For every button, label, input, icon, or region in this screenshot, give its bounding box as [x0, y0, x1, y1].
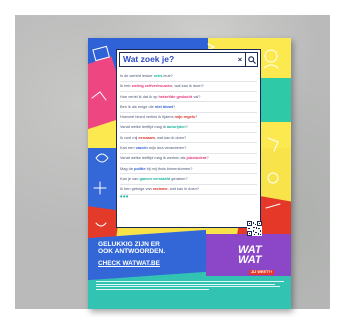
- qr-code: [247, 221, 262, 236]
- fine-print-line: [96, 288, 209, 290]
- suggestion-text: mijn dna veranderen?: [147, 144, 187, 150]
- suggestion-text: Kan je van: [120, 175, 140, 181]
- suggestion-keyword: autorijden: [166, 124, 186, 130]
- suggestion-keyword: politie: [134, 165, 146, 171]
- suggestion-item[interactable]: Vanaf welke leeftijd mag ik werken als j…: [120, 154, 257, 164]
- suggestion-keyword: weinig zelfvertrouwen: [131, 83, 173, 89]
- suggestion-text: Vanaf welke leeftijd mag ik: [120, 124, 167, 130]
- suggestion-text: ?: [206, 155, 209, 161]
- suggestion-keyword: mijn regels: [174, 114, 196, 120]
- suggestion-text: Hoe vertel ik dat ik op: [120, 93, 159, 99]
- suggestion-text: leuk?: [162, 73, 173, 78]
- suggestion-item[interactable]: Kan een vaccin mijn dna veranderen?: [120, 144, 257, 154]
- suggestion-text: ?: [172, 103, 176, 109]
- suggestion-text: geraken?: [170, 175, 188, 181]
- suggestion-item[interactable]: Vanaf welke leeftijd mag ik autorijden?: [120, 123, 257, 134]
- suggestion-text: ?: [195, 114, 198, 120]
- suggestion-item[interactable]: Ik voel mij eenzaam, wat kan ik doen?: [120, 134, 257, 144]
- wall-background: Wat zoek je? × Is de wereld leuker seks …: [15, 15, 330, 309]
- suggestion-text: Ik voel mij: [120, 134, 139, 140]
- search-query[interactable]: Wat zoek je?: [120, 53, 235, 66]
- fine-print: [96, 281, 284, 301]
- fine-print-line: [96, 281, 284, 282]
- suggestion-keyword: eenzaam: [138, 134, 155, 140]
- suggestion-text: Is de wereld leuker: [120, 73, 154, 78]
- suggestion-text: Hoeveel bloed verlies ik tijdens: [120, 114, 175, 120]
- logo-word-2: WAT: [238, 254, 262, 266]
- fine-print-line: [96, 286, 281, 288]
- suggestion-item[interactable]: Hoe vertel ik dat ik op hetzelfde geslac…: [120, 93, 257, 103]
- suggestion-keyword: racisme: [152, 186, 168, 192]
- suggestion-text: Kan een: [120, 144, 136, 150]
- suggestion-keyword: vaccin: [135, 144, 148, 150]
- search-icon[interactable]: [245, 53, 257, 66]
- suggestion-item[interactable]: Hoeveel bloed verlies ik tijdens mijn re…: [120, 113, 257, 123]
- suggestion-list: Is de wereld leuker seks leuk? Ik heb wei…: [120, 72, 257, 201]
- suggestion-keyword: jobstudent: [186, 155, 207, 161]
- cta-link[interactable]: CHECK WATWAT.BE: [98, 260, 160, 267]
- suggestion-item[interactable]: Ben ik als enige die niet blowt?: [120, 103, 257, 113]
- watwat-logo: WAT WAT JIJ WEET?!: [238, 245, 282, 275]
- suggestion-text: ?: [185, 124, 188, 130]
- suggestion-item[interactable]: Ik ben getuige van racisme, wat kan ik d…: [120, 185, 257, 195]
- suggestion-item[interactable]: Is de wereld leuker seks leuk?: [120, 72, 257, 82]
- logo-sub: JIJ WEET?!: [249, 270, 274, 275]
- suggestion-text: val?: [192, 93, 201, 99]
- suggestion-text: Ik heb: [120, 83, 132, 89]
- suggestion-text: Ben ik als enige die: [120, 103, 155, 109]
- suggestion-text: , wat kan ik doen?: [167, 186, 199, 192]
- suggestion-text: Vanaf welke leeftijd mag ik werken als: [120, 155, 187, 161]
- close-icon[interactable]: ×: [235, 53, 245, 66]
- more-indicator: •••: [120, 194, 129, 202]
- tagline-line-2: OOK ANTWOORDEN.: [98, 248, 166, 256]
- suggestion-text: , wat kan ik doen?: [172, 83, 204, 89]
- suggestion-item[interactable]: Kan je van gamen verslaafd geraken?: [120, 175, 257, 185]
- suggestion-text: bij mij thuis binnenkomen?: [145, 165, 193, 171]
- fine-print-line: [96, 283, 275, 285]
- suggestion-keyword: niet blowt: [154, 103, 173, 109]
- suggestion-text: Mag de: [120, 165, 135, 171]
- poster: Wat zoek je? × Is de wereld leuker seks …: [88, 38, 291, 309]
- suggestion-text: , wat kan ik doen?: [154, 134, 187, 140]
- suggestion-keyword: hetzelfde geslacht: [158, 93, 193, 99]
- search-bar[interactable]: Wat zoek je? ×: [119, 52, 258, 67]
- suggestion-item[interactable]: Ik heb weinig zelfvertrouwen, wat kan ik…: [120, 82, 257, 92]
- suggestion-text: Ik ben getuige van: [120, 186, 153, 192]
- suggestion-keyword: gamen verslaafd: [139, 175, 171, 181]
- search-panel: Wat zoek je? × Is de wereld leuker seks …: [116, 49, 262, 236]
- suggestion-item[interactable]: Mag de politie bij mij thuis binnenkomen…: [120, 165, 257, 175]
- tagline: GELUKKIG ZIJN ER OOK ANTWOORDEN.: [98, 241, 198, 256]
- tagline-line-1: GELUKKIG ZIJN ER: [98, 241, 160, 248]
